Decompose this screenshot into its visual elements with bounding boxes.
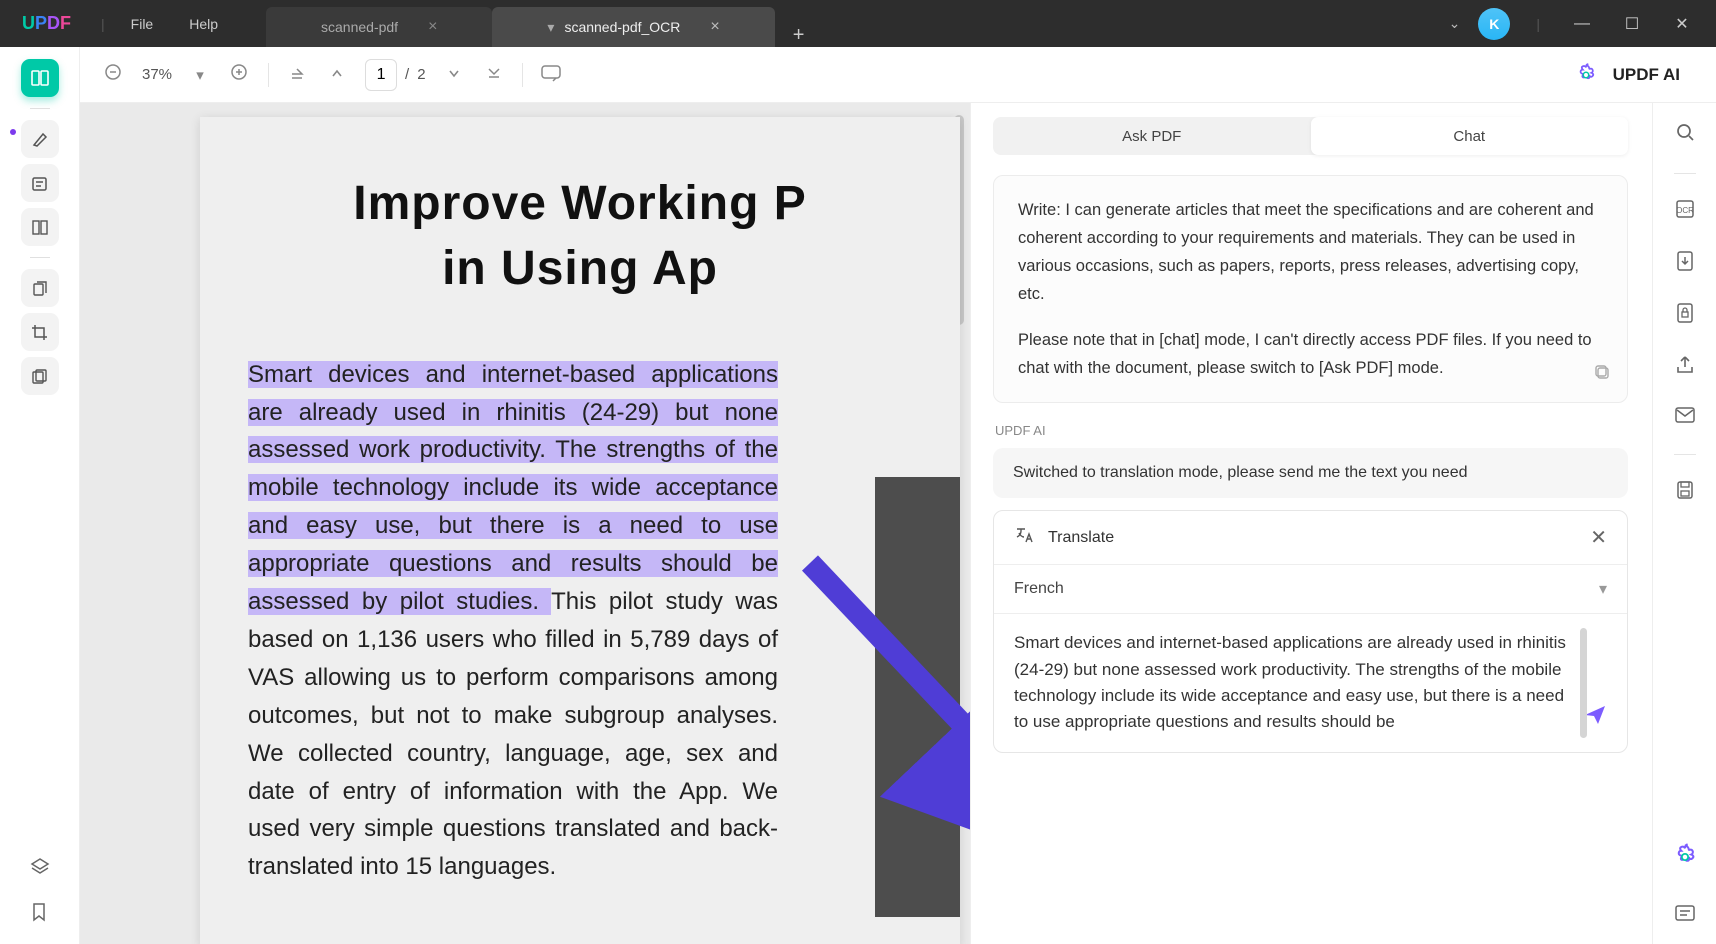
- title-bar: UPDF | File Help scanned-pdf × ▾ scanned…: [0, 0, 1716, 47]
- reader-tool[interactable]: [21, 59, 59, 97]
- mode-message: Switched to translation mode, please sen…: [993, 448, 1628, 498]
- bookmark-icon[interactable]: [29, 901, 51, 928]
- ai-panel-title: UPDF AI: [1613, 65, 1680, 85]
- document-toolbar: 37% ▾ / 2: [80, 47, 1716, 103]
- crop-tool[interactable]: [21, 313, 59, 351]
- ai-label: UPDF AI: [995, 423, 1628, 438]
- zoom-level: 37%: [142, 66, 172, 83]
- separator: [268, 63, 269, 87]
- document-viewer[interactable]: Improve Working P in Using Ap Smart devi…: [80, 103, 970, 944]
- menu-help[interactable]: Help: [171, 16, 236, 32]
- share-icon[interactable]: [1674, 354, 1696, 382]
- ai-panel: Upgrade Ask PDF Chat Write: I can genera…: [970, 103, 1652, 944]
- copy-icon[interactable]: [1594, 362, 1611, 390]
- zoom-dropdown[interactable]: ▾: [188, 66, 212, 84]
- ai-message: Write: I can generate articles that meet…: [993, 175, 1628, 403]
- chevron-down-icon[interactable]: ⌄: [1449, 15, 1461, 32]
- language-value: French: [1014, 580, 1064, 598]
- marker-icon: [30, 130, 49, 149]
- doc-heading: Improve Working P in Using Ap: [248, 172, 912, 302]
- layers-icon[interactable]: [29, 856, 51, 883]
- maximize-button[interactable]: ☐: [1616, 14, 1648, 34]
- close-window-button[interactable]: ✕: [1666, 14, 1698, 34]
- separator: [30, 108, 50, 109]
- last-page-button[interactable]: [482, 65, 506, 85]
- close-icon[interactable]: ×: [710, 18, 719, 36]
- updf-ai-icon: [1573, 62, 1599, 88]
- close-translate-button[interactable]: ✕: [1590, 525, 1607, 550]
- redact-tool[interactable]: [21, 357, 59, 395]
- ai-assistant-icon[interactable]: [1670, 842, 1700, 872]
- body-rest: This pilot study was based on 1,136 user…: [248, 588, 778, 880]
- prev-page-button[interactable]: [325, 66, 349, 84]
- user-avatar[interactable]: K: [1478, 8, 1510, 40]
- ocr-icon[interactable]: OCR: [1674, 198, 1696, 226]
- next-page-button[interactable]: [442, 66, 466, 84]
- left-toolbar: [0, 47, 80, 944]
- first-page-button[interactable]: [285, 65, 309, 85]
- zoom-out-button[interactable]: [102, 63, 126, 87]
- copy-pages-icon: [30, 279, 49, 298]
- ai-mode-tabs: Ask PDF Chat: [993, 117, 1628, 155]
- indicator-dot: [10, 129, 16, 135]
- separator: [1674, 173, 1696, 174]
- divider: |: [1528, 16, 1548, 32]
- tab-label: scanned-pdf: [321, 19, 398, 35]
- page-number-input[interactable]: [365, 59, 397, 91]
- tab-ask-pdf[interactable]: Ask PDF: [993, 117, 1311, 155]
- comment-tool[interactable]: [21, 120, 59, 158]
- tab-favicon-icon: ▾: [547, 19, 554, 36]
- minimize-button[interactable]: —: [1566, 15, 1598, 33]
- protect-icon[interactable]: [1675, 302, 1695, 330]
- page-total: 2: [417, 66, 425, 83]
- translate-title: Translate: [1048, 529, 1114, 547]
- scrollbar[interactable]: [1580, 628, 1587, 738]
- svg-text:OCR: OCR: [1676, 206, 1694, 215]
- pdf-page: Improve Working P in Using Ap Smart devi…: [200, 117, 960, 944]
- translate-icon: [1014, 525, 1034, 550]
- tab-label: scanned-pdf_OCR: [564, 19, 680, 35]
- divider: |: [93, 16, 113, 32]
- tab-scanned-pdf-ocr[interactable]: ▾ scanned-pdf_OCR ×: [492, 7, 774, 47]
- convert-icon[interactable]: [1675, 250, 1695, 278]
- separator: [30, 257, 50, 258]
- translate-input-text[interactable]: Smart devices and internet-based applica…: [1014, 630, 1569, 735]
- separator: [522, 63, 523, 87]
- notes-icon[interactable]: [1674, 904, 1696, 930]
- menu-file[interactable]: File: [113, 16, 172, 32]
- redact-icon: [30, 367, 49, 386]
- right-toolbar: OCR: [1652, 103, 1716, 944]
- tab-chat[interactable]: Chat: [1311, 117, 1629, 155]
- doc-body-text[interactable]: Smart devices and internet-based applica…: [248, 356, 778, 887]
- highlighted-text: Smart devices and internet-based applica…: [248, 361, 778, 615]
- msg-write: Write: I can generate articles that meet…: [1018, 196, 1603, 308]
- crop-icon: [30, 323, 49, 342]
- new-tab-button[interactable]: +: [775, 24, 823, 47]
- save-icon[interactable]: [1675, 479, 1695, 507]
- chevron-down-icon: ▾: [1599, 579, 1607, 599]
- page-indicator: / 2: [365, 59, 426, 91]
- translate-card: Translate ✕ French ▾ Smart devices and i…: [993, 510, 1628, 752]
- close-icon[interactable]: ×: [428, 18, 437, 36]
- presentation-button[interactable]: [539, 64, 563, 86]
- separator: [1674, 454, 1696, 455]
- book-icon: [30, 68, 50, 88]
- tab-scanned-pdf[interactable]: scanned-pdf ×: [266, 7, 492, 47]
- edit-text-icon: [30, 174, 49, 193]
- search-icon[interactable]: [1674, 121, 1696, 149]
- document-tabs: scanned-pdf × ▾ scanned-pdf_OCR × +: [266, 0, 822, 47]
- pages-icon: [30, 218, 49, 237]
- email-icon[interactable]: [1674, 406, 1696, 430]
- app-logo: UPDF: [0, 13, 93, 34]
- page-tool[interactable]: [21, 208, 59, 246]
- language-select[interactable]: French ▾: [994, 564, 1627, 613]
- annotation-arrow: [800, 553, 970, 783]
- zoom-in-button[interactable]: [228, 63, 252, 87]
- organize-tool[interactable]: [21, 269, 59, 307]
- msg-note: Please note that in [chat] mode, I can't…: [1018, 326, 1603, 382]
- edit-tool[interactable]: [21, 164, 59, 202]
